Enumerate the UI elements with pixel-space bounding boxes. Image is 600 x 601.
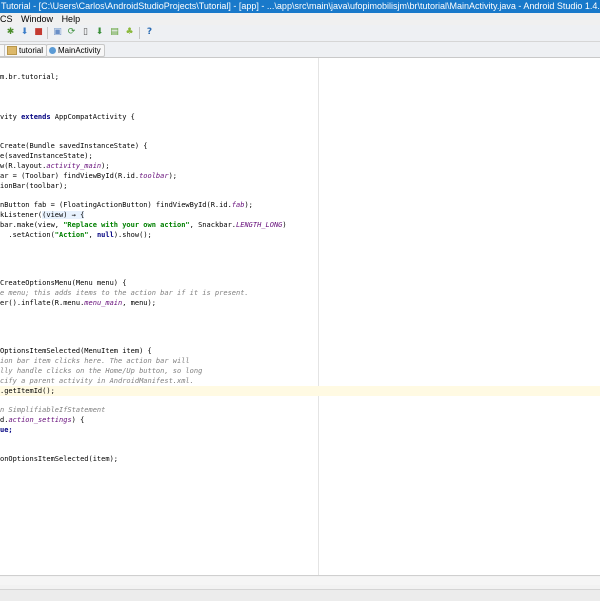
code-line: .setAction("Action", null).show(); [0,231,152,239]
android-icon[interactable]: ♣ [124,27,135,38]
avd-icon[interactable]: ▤ [109,27,120,38]
layout-icon[interactable]: ▣ [52,27,63,38]
class-icon [49,47,56,55]
code-comment: cify a parent activity in AndroidManifes… [0,377,194,385]
code-line: onOptionsItemSelected(item); [0,455,119,463]
code-line: e(savedInstanceState); [0,152,93,160]
window-title-bar: Tutorial - [C:\Users\Carlos\AndroidStudi… [0,0,600,13]
code-comment: lly handle clicks on the Home/Up button,… [0,367,203,375]
code-comment: n SimplifiableIfStatement [0,406,106,414]
menu-item-help[interactable]: Help [62,14,81,24]
device-icon[interactable]: ▯ [80,27,91,38]
code-line: OptionsItemSelected(MenuItem item) { [0,347,152,355]
code-line: Create(Bundle savedInstanceState) { [0,142,148,150]
code-line: ionBar(toolbar); [0,182,68,190]
toolbar-separator [139,27,140,39]
code-line: kListener((view) → { [0,211,85,219]
breadcrumb-main-activity[interactable]: MainActivity [46,44,105,57]
code-line: m.br.tutorial; [0,73,60,81]
folder-icon [7,46,17,56]
sync-icon[interactable]: ⟳ [66,27,77,38]
code-line: CreateOptionsMenu(Menu menu) { [0,279,127,287]
code-line: bar.make(view, "Replace with your own ac… [0,221,287,229]
code-line: nButton fab = (FloatingActionButton) fin… [0,201,253,209]
code-comment: ion bar item clicks here. The action bar… [0,357,190,365]
current-code-line: .getItemId(); [0,386,600,396]
code-line: ar = (Toolbar) findViewById(R.id.toolbar… [0,172,178,180]
code-editor[interactable] [0,58,600,575]
code-line: ue; [0,426,13,434]
toolbar-separator [47,27,48,39]
right-margin-guide [318,58,319,575]
bug-icon[interactable]: ✱ [5,27,16,38]
sdk-manager-icon[interactable]: ⬇ [94,27,105,38]
menu-item-window[interactable]: Window [21,14,53,24]
menu-bar: CS Window Help [0,13,600,25]
code-line: w(R.layout.activity_main); [0,162,110,170]
navigation-bar: tutorial MainActivity [0,42,600,58]
code-line: er().inflate(R.menu.menu_main, menu); [0,299,156,307]
code-comment: e menu; this adds items to the action ba… [0,289,249,297]
breadcrumb-tutorial[interactable]: tutorial [4,44,48,57]
status-bar [0,589,600,601]
menu-item-cs[interactable]: CS [0,14,13,24]
stop-icon[interactable]: ■ [33,27,44,38]
code-line: d.action_settings) { [0,416,85,424]
window-title: Tutorial - [C:\Users\Carlos\AndroidStudi… [1,1,600,11]
help-icon[interactable]: ? [144,27,155,38]
attach-icon[interactable]: ⬇ [19,27,30,38]
horizontal-scrollbar[interactable] [0,577,600,585]
main-toolbar: ✱ ⬇ ■ ▣ ⟳ ▯ ⬇ ▤ ♣ ? [0,25,600,42]
code-line: vity extends AppCompatActivity { [0,113,135,121]
